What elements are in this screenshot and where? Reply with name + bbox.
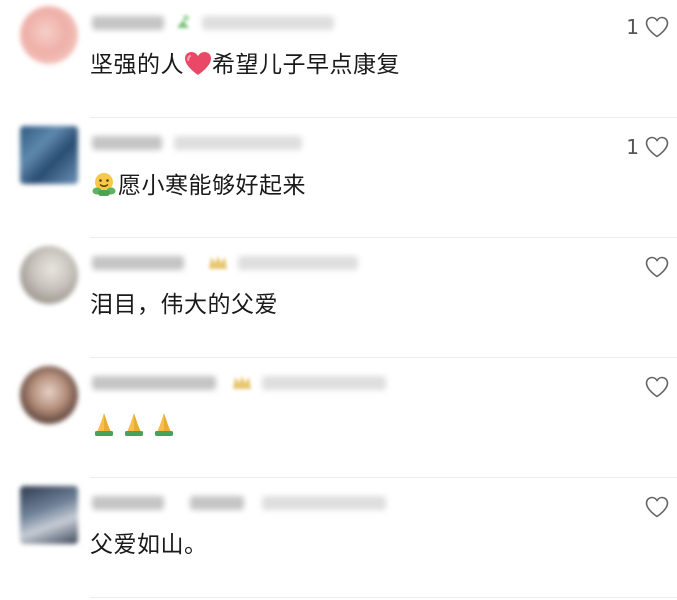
comment-list: 坚强的人 希望儿子早点康复 1 愿小寒能够好起来 1 泪目，伟大的父爱 父爱如山…: [0, 0, 677, 598]
comment-meta-blurred: [92, 12, 412, 34]
like-button[interactable]: [645, 374, 669, 400]
comment-item[interactable]: [0, 360, 677, 480]
folded-hands-emoji-icon: [125, 413, 143, 436]
comment-meta-blurred: [92, 132, 412, 154]
like-button[interactable]: [645, 254, 669, 280]
divider: [90, 597, 677, 598]
comment-text: 愿小寒能够好起来: [90, 170, 306, 201]
comment-item[interactable]: 泪目，伟大的父爱: [0, 240, 677, 360]
comment-meta-blurred: [92, 492, 412, 514]
heart-outline-icon: [645, 496, 669, 518]
comment-item[interactable]: 愿小寒能够好起来 1: [0, 120, 677, 240]
comment-text: 父爱如山。: [90, 532, 208, 558]
divider: [90, 117, 677, 118]
like-button[interactable]: 1: [626, 14, 669, 40]
level-badge-icon: [174, 14, 192, 32]
folded-hands-emoji-icon: [95, 413, 113, 436]
hugging-face-emoji-icon: [92, 173, 116, 196]
folded-hands-emoji-icon: [155, 413, 173, 436]
heart-emoji-icon: [185, 52, 211, 75]
comment-text: 泪目，伟大的父爱: [90, 292, 278, 318]
like-count: 1: [626, 15, 639, 39]
like-count: 1: [626, 135, 639, 159]
divider: [90, 477, 677, 478]
comment-text: 坚强的人 希望儿子早点康复: [90, 52, 400, 78]
divider: [90, 237, 677, 238]
comment-text: [90, 410, 180, 441]
avatar[interactable]: [20, 486, 78, 544]
avatar[interactable]: [20, 366, 78, 424]
verified-badge-icon: [232, 374, 251, 392]
heart-outline-icon: [645, 376, 669, 398]
like-button[interactable]: 1: [626, 134, 669, 160]
heart-outline-icon: [645, 16, 669, 38]
verified-badge-icon: [208, 254, 227, 272]
avatar[interactable]: [20, 246, 78, 304]
comment-item[interactable]: 坚强的人 希望儿子早点康复 1: [0, 0, 677, 120]
comment-item[interactable]: 父爱如山。: [0, 480, 677, 600]
divider: [90, 357, 677, 358]
heart-outline-icon: [645, 256, 669, 278]
heart-outline-icon: [645, 136, 669, 158]
avatar[interactable]: [20, 6, 78, 64]
comment-meta-blurred: [92, 252, 412, 274]
avatar[interactable]: [20, 126, 78, 184]
comment-meta-blurred: [92, 372, 412, 394]
like-button[interactable]: [645, 494, 669, 520]
